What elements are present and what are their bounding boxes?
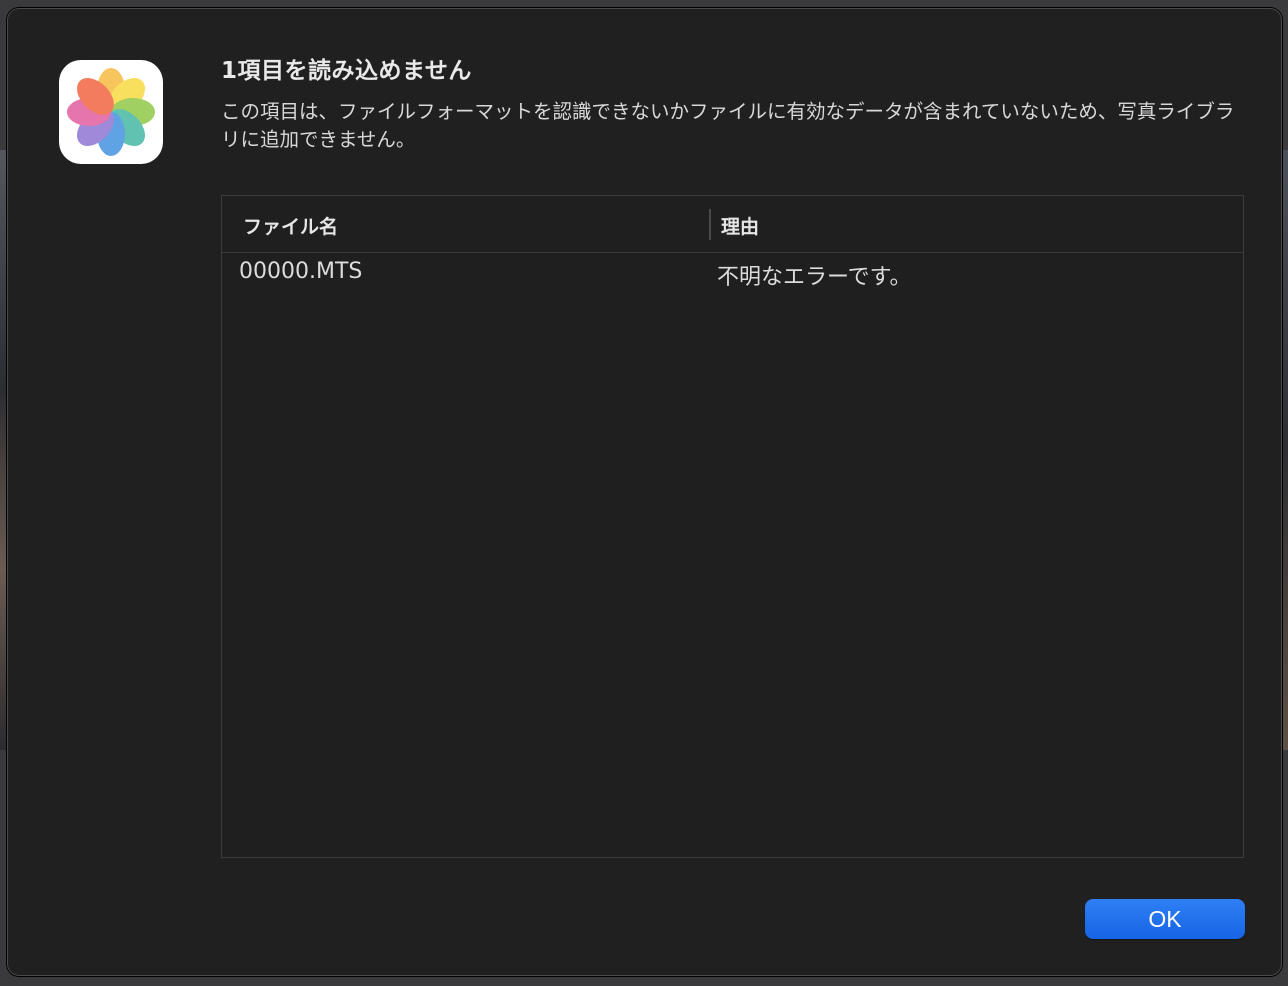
- column-header-reason[interactable]: 理由: [721, 212, 759, 239]
- filename-cell: 00000.MTS: [239, 259, 363, 284]
- dialog-title: 1項目を読み込めません: [221, 58, 472, 84]
- import-error-dialog: 1項目を読み込めません この項目は、ファイルフォーマットを認識できないかファイル…: [7, 8, 1282, 976]
- table-row[interactable]: 00000.MTS 不明なエラーです。: [222, 253, 1243, 293]
- dialog-message: この項目は、ファイルフォーマットを認識できないかファイルに有効なデータが含まれて…: [221, 100, 1235, 151]
- background-window-edge: [1282, 150, 1288, 750]
- ok-button[interactable]: OK: [1085, 899, 1245, 939]
- error-table: ファイル名 理由 00000.MTS 不明なエラーです。: [221, 195, 1244, 858]
- photos-icon: [59, 60, 163, 164]
- reason-cell: 不明なエラーです。: [717, 265, 912, 290]
- column-header-filename[interactable]: ファイル名: [243, 212, 338, 239]
- table-header: ファイル名 理由: [222, 196, 1243, 253]
- column-divider[interactable]: [709, 209, 711, 240]
